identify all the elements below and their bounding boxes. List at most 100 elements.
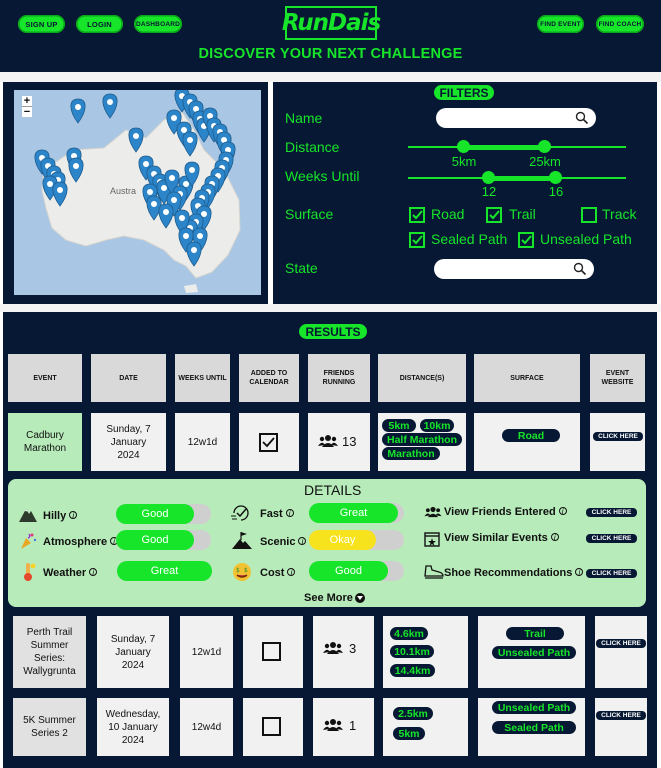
info-icon[interactable]: i (89, 568, 98, 577)
scenic-rating-bar: Okay (309, 530, 376, 550)
thermometer-icon (24, 563, 36, 581)
name-search-input[interactable] (436, 108, 596, 128)
surface-cell (474, 413, 580, 471)
sign-up-button[interactable]: SIGN UP (18, 15, 65, 33)
surface-sealed-path-checkbox[interactable] (409, 232, 425, 248)
filters-title: FILTERS (434, 85, 494, 100)
results-title: RESULTS (299, 324, 367, 339)
event-name-cell[interactable]: 5K Summer Series 2 (13, 698, 86, 756)
event-date-cell: Sunday, 7 January 2024 (91, 413, 166, 471)
shoe-icon (424, 565, 444, 579)
find-coach-button[interactable]: FIND COACH (596, 15, 644, 33)
weeks-min-handle[interactable] (482, 171, 495, 184)
shoe-recommendations-button[interactable]: CLICK HERE (586, 569, 637, 578)
column-header-event-website: EVENT WEBSITE (590, 354, 645, 402)
website-cell (595, 698, 647, 756)
fast-rating-bar: Great (309, 503, 398, 523)
distance-tag: Half Marathon (382, 433, 462, 446)
map-pin-icon[interactable] (186, 241, 202, 267)
svg-text:$: $ (244, 567, 248, 574)
view-similar-events-label: View Similar Events i (444, 532, 559, 544)
view-similar-events-button[interactable]: CLICK HERE (586, 534, 637, 543)
event-name-cell[interactable]: Cadbury Marathon (8, 413, 82, 471)
surface-tag: Sealed Path (492, 721, 576, 734)
website-cell (595, 616, 647, 688)
distance-min-label: 5km (451, 154, 477, 169)
event-map[interactable]: + − Austra (14, 90, 261, 295)
hilly-rating-bar: Good (116, 504, 194, 524)
weeks-until-cell: 12w4d (180, 698, 233, 756)
atmosphere-label: Atmosphere i (43, 536, 119, 548)
added-to-calendar-checkbox[interactable] (259, 433, 278, 452)
people-icon (323, 642, 343, 654)
check-icon (489, 210, 500, 220)
distance-max-handle[interactable] (538, 140, 551, 153)
surface-trail-checkbox[interactable] (486, 207, 502, 223)
event-website-button[interactable]: CLICK HERE (593, 432, 643, 441)
view-friends-entered-button[interactable]: CLICK HERE (586, 508, 637, 517)
column-header-friends-running: FRIENDS RUNNING (308, 354, 370, 402)
logo[interactable]: RunDais (282, 6, 381, 40)
info-icon[interactable]: i (575, 568, 584, 577)
column-header-surface: SURFACE (474, 354, 580, 402)
state-search-input[interactable] (434, 259, 594, 279)
info-icon[interactable]: i (69, 511, 78, 520)
map-pin-icon[interactable] (68, 157, 84, 183)
map-pin-icon[interactable] (52, 181, 68, 207)
map-pin-icon[interactable] (182, 131, 198, 157)
cost-label: Cost i (260, 567, 296, 579)
header: SIGN UP LOGIN DASHBOARD RunDais FIND EVE… (0, 0, 661, 72)
check-icon (412, 210, 423, 220)
weeks-max-handle[interactable] (549, 171, 562, 184)
distance-tag: 10km (420, 419, 454, 432)
surface-tag: Trail (506, 627, 564, 640)
distance-tag: 2.5km (393, 707, 433, 720)
scenic-label: Scenic i (260, 536, 307, 548)
map-pin-icon[interactable] (158, 203, 174, 229)
surface-track-checkbox[interactable] (581, 207, 597, 223)
map-pin-icon[interactable] (70, 98, 86, 124)
name-filter-label: Name (285, 110, 323, 126)
added-to-calendar-checkbox[interactable] (262, 642, 281, 661)
check-icon (262, 437, 275, 448)
info-icon[interactable]: i (285, 509, 294, 518)
weeks-slider-range (488, 176, 556, 181)
divider (0, 72, 661, 82)
atmosphere-rating-bar: Good (116, 530, 194, 550)
svg-text:$: $ (236, 567, 240, 574)
info-icon[interactable]: i (550, 533, 559, 542)
distance-tag: 5km (382, 419, 416, 432)
weather-rating-bar: Great (117, 561, 212, 581)
info-icon[interactable]: i (558, 507, 567, 516)
event-website-button[interactable]: CLICK HERE (596, 711, 646, 720)
view-friends-entered-label: View Friends Entered i (444, 506, 567, 518)
fast-label: Fast i (260, 508, 294, 520)
surface-track-label: Track (602, 206, 637, 222)
surface-unsealed-path-checkbox[interactable] (518, 232, 534, 248)
surface-road-checkbox[interactable] (409, 207, 425, 223)
distance-min-handle[interactable] (457, 140, 470, 153)
info-icon[interactable]: i (298, 537, 307, 546)
shoe-recommendations-label: Shoe Recommendations i (444, 567, 584, 579)
event-website-button[interactable]: CLICK HERE (596, 639, 646, 648)
dashboard-button[interactable]: DASHBOARD (134, 15, 182, 33)
see-more-button[interactable]: See More (304, 592, 365, 604)
added-to-calendar-checkbox[interactable] (262, 717, 281, 736)
map-pin-icon[interactable] (128, 127, 144, 153)
event-name-cell[interactable]: Perth Trail Summer Series: Wallygrunta (13, 616, 86, 688)
distance-slider-range (463, 145, 544, 150)
info-icon[interactable]: i (287, 568, 296, 577)
people-icon (318, 435, 338, 447)
login-button[interactable]: LOGIN (76, 15, 123, 33)
find-event-button[interactable]: FIND EVENT (537, 15, 584, 33)
surface-tag: Road (502, 429, 560, 442)
distance-tag: 4.6km (390, 627, 428, 640)
map-pins (34, 90, 236, 267)
check-icon (521, 235, 532, 245)
distance-tag: Marathon (382, 447, 440, 460)
distance-tag: 14.4km (390, 664, 435, 677)
map-panel: + − Austra (3, 82, 268, 304)
mountain-icon (19, 509, 37, 522)
map-pin-icon[interactable] (102, 93, 118, 119)
surface-road-label: Road (431, 206, 465, 222)
